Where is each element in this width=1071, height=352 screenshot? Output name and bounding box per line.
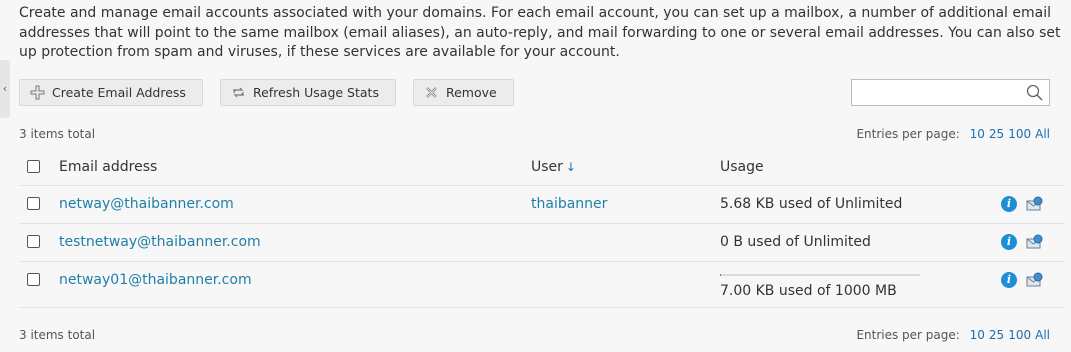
table-row: netway01@thaibanner.com 7.00 KB used of … bbox=[19, 262, 1064, 308]
entries-per-page-top: Entries per page: 10 25 100 All bbox=[856, 127, 1050, 141]
remove-label: Remove bbox=[445, 85, 497, 100]
remove-icon bbox=[426, 87, 437, 98]
row-actions: i bbox=[1001, 272, 1043, 289]
chevron-left-icon: ‹ bbox=[2, 82, 8, 95]
page-size-all[interactable]: All bbox=[1035, 127, 1050, 141]
refresh-icon bbox=[232, 87, 244, 98]
mail-settings-icon[interactable] bbox=[1026, 272, 1043, 289]
usage-text: 7.00 KB used of 1000 MB bbox=[720, 283, 897, 299]
remove-button[interactable]: Remove bbox=[412, 79, 514, 106]
items-total-top: 3 items total bbox=[19, 127, 96, 141]
items-total-bottom: 3 items total bbox=[19, 328, 96, 342]
page-size-100[interactable]: 100 bbox=[1008, 328, 1031, 342]
select-all-checkbox[interactable] bbox=[27, 160, 40, 173]
row-actions: i bbox=[1001, 234, 1043, 251]
email-link[interactable]: testnetway@thaibanner.com bbox=[59, 234, 261, 250]
page-description: Create and manage email accounts associa… bbox=[19, 5, 1061, 60]
info-icon[interactable]: i bbox=[1001, 196, 1017, 212]
mail-settings-icon[interactable] bbox=[1026, 234, 1043, 251]
page-size-10[interactable]: 10 bbox=[970, 328, 985, 342]
refresh-usage-label: Refresh Usage Stats bbox=[252, 85, 379, 100]
usage-text: 5.68 KB used of Unlimited bbox=[720, 196, 903, 212]
search-icon[interactable] bbox=[1026, 84, 1043, 101]
page-size-25[interactable]: 25 bbox=[989, 328, 1004, 342]
usage-bar-fill bbox=[720, 274, 722, 276]
refresh-usage-button[interactable]: Refresh Usage Stats bbox=[219, 79, 396, 106]
search-box bbox=[851, 79, 1050, 106]
usage-bar bbox=[720, 274, 920, 276]
info-icon[interactable]: i bbox=[1001, 272, 1017, 288]
sort-down-icon: ↓ bbox=[565, 160, 576, 174]
column-user-label: User bbox=[531, 159, 563, 175]
usage-text: 0 B used of Unlimited bbox=[720, 234, 871, 250]
row-actions: i bbox=[1001, 196, 1043, 213]
email-link[interactable]: netway@thaibanner.com bbox=[59, 196, 234, 212]
column-usage[interactable]: Usage bbox=[720, 159, 764, 175]
row-checkbox[interactable] bbox=[27, 197, 40, 210]
toolbar: Create Email Address Refresh Usage Stats… bbox=[19, 79, 514, 106]
table-row: netway@thaibanner.com thaibanner 5.68 KB… bbox=[19, 186, 1064, 224]
mail-settings-icon[interactable] bbox=[1026, 196, 1043, 213]
user-link[interactable]: thaibanner bbox=[531, 196, 607, 212]
entries-label: Entries per page: bbox=[856, 328, 960, 342]
table-row: testnetway@thaibanner.com 0 B used of Un… bbox=[19, 224, 1064, 262]
entries-per-page-bottom: Entries per page: 10 25 100 All bbox=[856, 328, 1050, 342]
page-size-100[interactable]: 100 bbox=[1008, 127, 1031, 141]
search-input[interactable] bbox=[852, 80, 1034, 105]
plus-icon bbox=[30, 85, 45, 100]
email-link[interactable]: netway01@thaibanner.com bbox=[59, 272, 252, 288]
page-size-10[interactable]: 10 bbox=[970, 127, 985, 141]
info-icon[interactable]: i bbox=[1001, 234, 1017, 250]
table-header: Email address User ↓ Usage bbox=[19, 149, 1064, 186]
page-size-all[interactable]: All bbox=[1035, 328, 1050, 342]
sidebar-collapse-handle[interactable]: ‹ bbox=[0, 60, 10, 118]
email-table: Email address User ↓ Usage netway@thaiban… bbox=[19, 149, 1064, 308]
create-email-label: Create Email Address bbox=[52, 85, 186, 100]
create-email-button[interactable]: Create Email Address bbox=[19, 79, 203, 106]
column-email[interactable]: Email address bbox=[59, 159, 157, 175]
row-checkbox[interactable] bbox=[27, 235, 40, 248]
entries-label: Entries per page: bbox=[856, 127, 960, 141]
column-user[interactable]: User ↓ bbox=[531, 159, 576, 175]
page-size-25[interactable]: 25 bbox=[989, 127, 1004, 141]
row-checkbox[interactable] bbox=[27, 273, 40, 286]
